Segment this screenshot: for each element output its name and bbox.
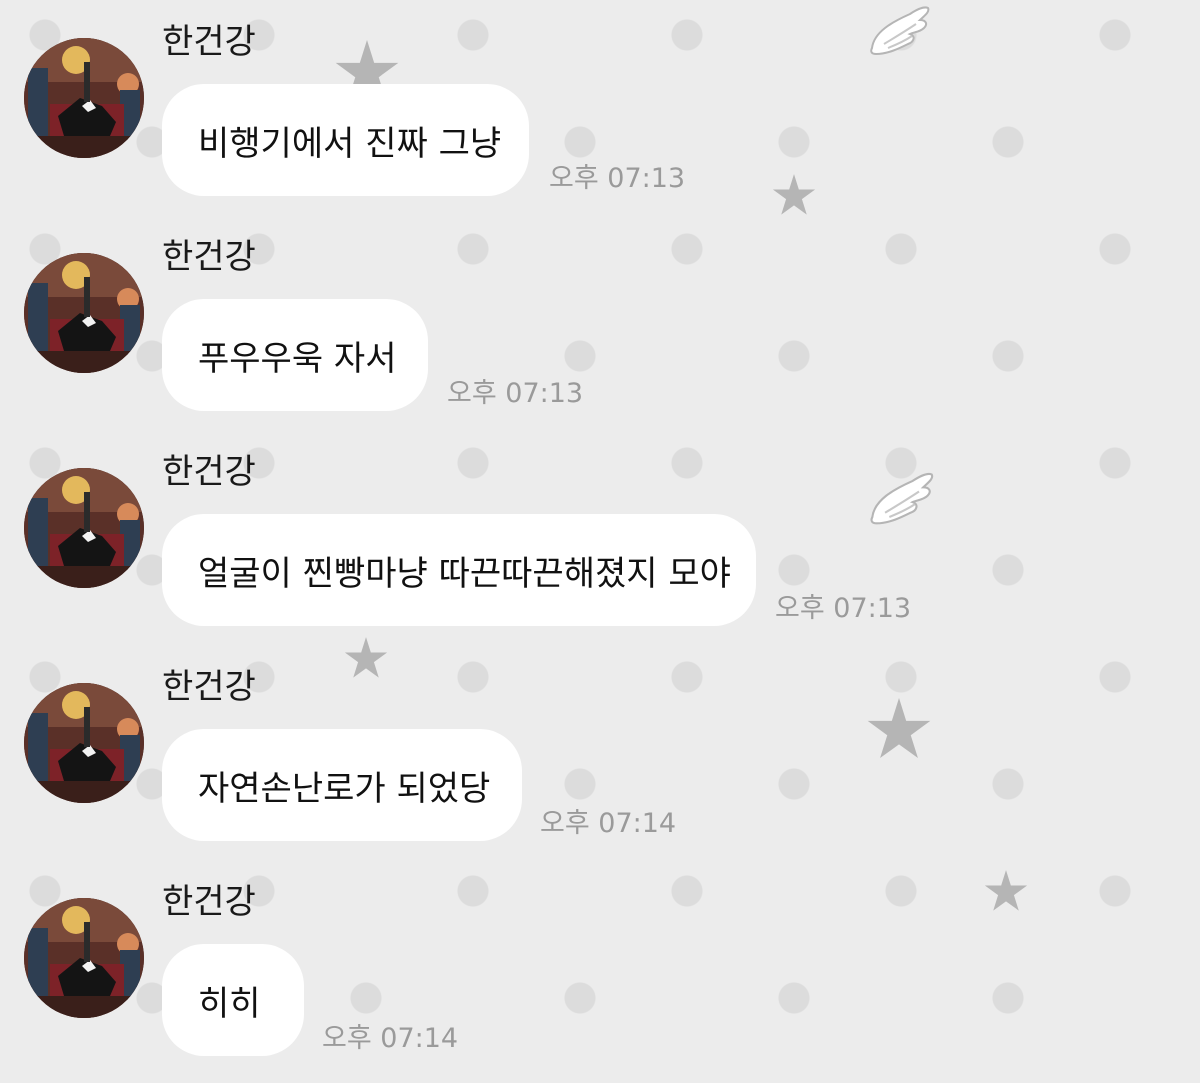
message-row: 한건강 푸우우욱 자서 오후 07:13 [0,215,1200,430]
avatar[interactable] [24,683,144,803]
message-timestamp: 오후 07:14 [322,1023,459,1054]
message-timestamp: 오후 07:14 [540,808,677,839]
message-bubble[interactable]: 얼굴이 찐빵마냥 따끈따끈해졌지 모야 [162,514,756,626]
message-timestamp: 오후 07:13 [447,378,584,409]
message-row: 한건강 히히 오후 07:14 [0,860,1200,1075]
message-row: 한건강 얼굴이 찐빵마냥 따끈따끈해졌지 모야 오후 07:13 [0,430,1200,645]
message-bubble[interactable]: 비행기에서 진짜 그냥 [162,84,529,196]
message-timestamp: 오후 07:13 [775,593,912,624]
message-bubble[interactable]: 푸우우욱 자서 [162,299,428,411]
chat-message-list[interactable]: 한건강 비행기에서 진짜 그냥 오후 07:13 한건강 푸우우욱 자서 오후 … [0,0,1200,1083]
sender-name: 한건강 [162,237,256,277]
sender-name: 한건강 [162,22,256,62]
sender-name: 한건강 [162,882,256,922]
message-bubble[interactable]: 히히 [162,944,304,1056]
message-bubble[interactable]: 자연손난로가 되었당 [162,729,522,841]
avatar[interactable] [24,38,144,158]
sender-name: 한건강 [162,452,256,492]
message-timestamp: 오후 07:13 [549,163,686,194]
message-row: 한건강 자연손난로가 되었당 오후 07:14 [0,645,1200,860]
avatar[interactable] [24,253,144,373]
message-row: 한건강 비행기에서 진짜 그냥 오후 07:13 [0,0,1200,215]
sender-name: 한건강 [162,667,256,707]
avatar[interactable] [24,468,144,588]
avatar[interactable] [24,898,144,1018]
